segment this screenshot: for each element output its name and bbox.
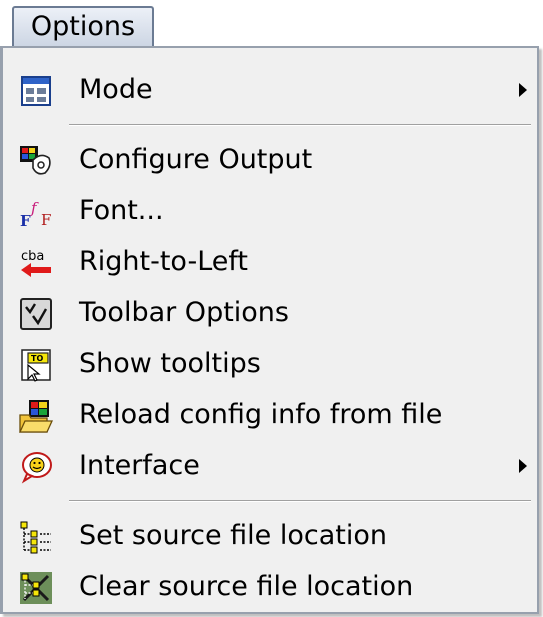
menu-item-configure-output[interactable]: Configure Output bbox=[3, 136, 537, 184]
submenu-arrow-icon bbox=[519, 459, 527, 473]
menu-item-label: Mode bbox=[79, 74, 153, 105]
menu-separator bbox=[69, 500, 531, 502]
menu-item-mode[interactable]: Mode bbox=[3, 66, 537, 114]
svg-text:F: F bbox=[41, 211, 51, 229]
menu-item-label: Configure Output bbox=[79, 144, 313, 175]
window-layout-icon bbox=[19, 74, 53, 108]
menu-item-interface[interactable]: Interface bbox=[3, 442, 537, 490]
menu-item-label: Toolbar Options bbox=[79, 297, 289, 328]
reload-config-icon bbox=[18, 399, 54, 433]
menu-item-label: Right-to-Left bbox=[79, 246, 248, 277]
menu-item-label: Clear source file location bbox=[79, 571, 414, 602]
svg-text:F: F bbox=[20, 212, 31, 229]
menu-bar: Options bbox=[0, 0, 543, 52]
tooltip-letters: TO bbox=[31, 354, 43, 363]
right-to-left-icon: cba bbox=[19, 246, 53, 280]
clear-source-location-icon bbox=[19, 571, 53, 605]
options-menu-button[interactable]: Options bbox=[12, 6, 154, 46]
toolbar-options-icon bbox=[19, 297, 53, 331]
menu-separator bbox=[69, 124, 531, 126]
menu-item-toolbar-options[interactable]: Toolbar Options bbox=[3, 289, 537, 337]
options-dropdown-menu: Mode Configure Output F f F Font... cba … bbox=[0, 46, 539, 614]
right-to-left-letters: cba bbox=[21, 249, 44, 264]
menu-item-font[interactable]: F f F Font... bbox=[3, 187, 537, 235]
interface-icon bbox=[19, 450, 53, 484]
configure-output-icon bbox=[19, 144, 53, 178]
menu-item-label: Font... bbox=[79, 195, 164, 226]
menu-item-label: Show tooltips bbox=[79, 348, 261, 379]
menu-item-label: Interface bbox=[79, 450, 200, 481]
submenu-arrow-icon bbox=[519, 83, 527, 97]
menu-item-set-source-file-location[interactable]: Set source file location bbox=[3, 512, 537, 560]
menu-item-reload-config[interactable]: Reload config info from file bbox=[3, 391, 537, 439]
svg-text:f: f bbox=[30, 199, 39, 217]
menu-item-show-tooltips[interactable]: TO Show tooltips bbox=[3, 340, 537, 388]
set-source-location-icon bbox=[19, 520, 53, 554]
menu-item-label: Reload config info from file bbox=[79, 399, 443, 430]
menu-item-label: Set source file location bbox=[79, 520, 387, 551]
font-icon: F f F bbox=[19, 195, 53, 230]
menu-item-clear-source-file-location[interactable]: Clear source file location bbox=[3, 563, 537, 611]
menu-item-right-to-left[interactable]: cba Right-to-Left bbox=[3, 238, 537, 286]
tooltip-icon: TO bbox=[19, 348, 53, 382]
